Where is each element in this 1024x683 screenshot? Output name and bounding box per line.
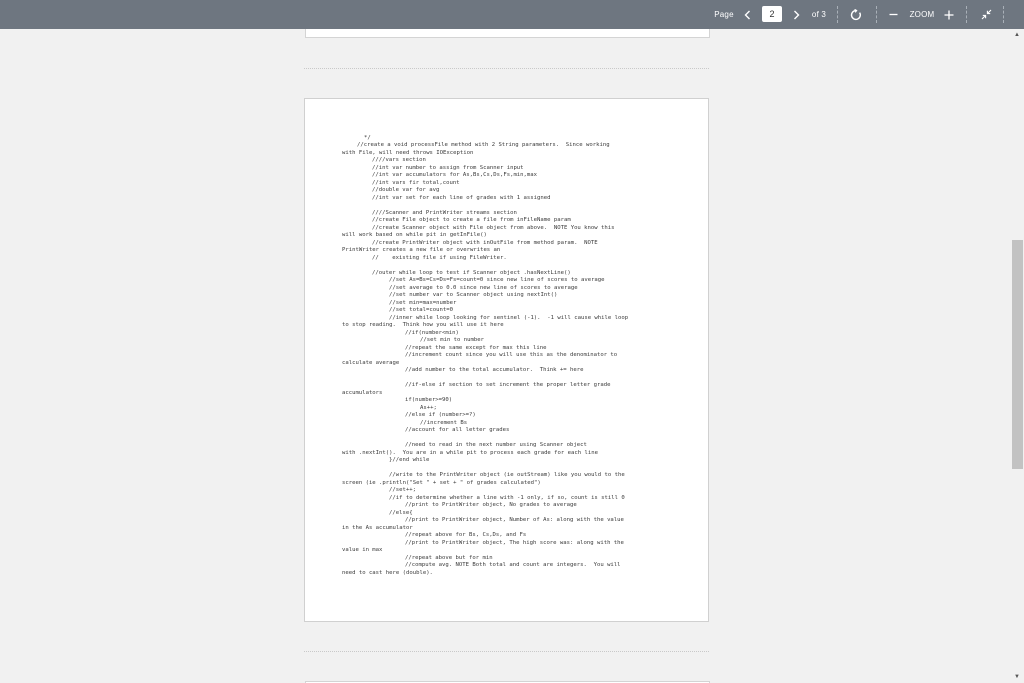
text-line: //write to the PrintWriter object (ie ou…	[389, 472, 625, 478]
collapse-button[interactable]	[979, 0, 993, 29]
text-line: //print to PrintWriter object, Number of…	[405, 517, 624, 523]
text-line: //if(number<min)	[405, 330, 459, 336]
page-label: Page	[714, 10, 734, 19]
text-line: //inner while loop looking for sentinel …	[389, 315, 629, 321]
plus-icon	[944, 10, 954, 19]
rotate-icon	[850, 8, 861, 20]
scroll-up-icon[interactable]: ▲	[1014, 32, 1020, 38]
viewer-toolbar: Page 2 of 3 ZOOM	[0, 0, 1024, 29]
document-viewport[interactable]: */ //create a void processFile method wi…	[0, 29, 1011, 683]
scroll-down-icon[interactable]: ▼	[1014, 674, 1020, 680]
text-line: // existing file if using FileWriter.	[372, 255, 507, 261]
scrollbar-thumb[interactable]	[1012, 240, 1023, 469]
text-line: ////Scanner and PrintWriter streams sect…	[372, 210, 517, 216]
text-line: if(number>=90)	[405, 397, 453, 403]
text-line: //repeat above but for min	[405, 555, 493, 561]
previous-page-button[interactable]	[741, 0, 753, 29]
text-line: //double var for avg	[372, 187, 440, 193]
text-line: accumulators	[342, 390, 383, 396]
text-line: //set++;	[389, 487, 416, 493]
text-line: //create File object to create a file fr…	[372, 217, 571, 223]
text-line: //if-else if section to set increment th…	[405, 382, 611, 388]
text-line: will work based on while pit in getInFil…	[342, 232, 487, 238]
vertical-scrollbar[interactable]: ▲ ▼	[1011, 29, 1024, 683]
text-line: //create PrintWriter object with inOutFi…	[372, 240, 598, 246]
collapse-icon	[981, 9, 991, 20]
text-line: //set average to 0.0 since new line of s…	[389, 285, 578, 291]
text-line: //increment count since you will use thi…	[405, 352, 618, 358]
text-line: calculate average	[342, 360, 400, 366]
text-line: //int vars fir total,count	[372, 180, 460, 186]
minus-icon	[889, 13, 897, 16]
previous-page-bottom	[305, 29, 710, 38]
page-count: of 3	[811, 10, 827, 19]
text-line: //set number var to Scanner object using…	[389, 292, 558, 298]
toolbar-divider	[966, 6, 967, 23]
page-separator	[304, 68, 709, 69]
text-line: PrintWriter creates a new file or overwr…	[342, 247, 501, 253]
text-line: //compute avg. NOTE Both total and count…	[405, 562, 621, 568]
text-line: value in max	[342, 547, 383, 553]
text-line: need to cast here (double).	[342, 570, 433, 576]
next-page-button[interactable]	[790, 0, 802, 29]
text-line: //repeat the same except for max this li…	[405, 345, 547, 351]
text-line: //set min to number	[420, 337, 484, 343]
text-line: in the As accumulator	[342, 525, 413, 531]
toolbar-divider	[1003, 6, 1004, 23]
text-line: screen (ie .println("Set " + set + " of …	[342, 480, 541, 486]
text-line: to stop reading. Think how you will use …	[342, 322, 504, 328]
document-page: */ //create a void processFile method wi…	[304, 98, 709, 622]
text-line: //int var number to assign from Scanner …	[372, 165, 524, 171]
text-line: //increment Bs	[420, 420, 468, 426]
text-line: //add number to the total accumulator. T…	[405, 367, 584, 373]
text-line: //int var set for each line of grades wi…	[372, 195, 551, 201]
text-line: //need to read in the next number using …	[405, 442, 587, 448]
rotate-button[interactable]	[848, 0, 864, 29]
page-separator	[304, 651, 709, 652]
zoom-in-button[interactable]	[943, 0, 955, 29]
text-line: //print to PrintWriter object, The high …	[405, 540, 624, 546]
text-line: with .nextInt(). You are in a while pit …	[342, 450, 598, 456]
text-line: //set total=count=0	[389, 307, 453, 313]
zoom-out-button[interactable]	[887, 0, 899, 29]
text-line: //set As=Bs=Cs=Ds=Fs=count=0 since new l…	[389, 277, 605, 283]
text-line: }//end while	[389, 457, 430, 463]
text-line: //int var accumulators for As,Bs,Cs,Ds,F…	[372, 172, 538, 178]
zoom-label: ZOOM	[909, 10, 935, 19]
toolbar-divider	[876, 6, 877, 23]
text-line: //if to determine whether a line with -1…	[389, 495, 625, 501]
text-line: //set min=max=number	[389, 300, 457, 306]
text-line: //else if (number>=?)	[405, 412, 476, 418]
toolbar-divider	[837, 6, 838, 23]
page-number-input[interactable]: 2	[762, 6, 782, 22]
text-line: //account for all letter grades	[405, 427, 510, 433]
text-line: ////vars section	[372, 157, 426, 163]
chevron-right-icon	[793, 10, 799, 19]
text-line: //create a void processFile method with …	[357, 142, 610, 148]
text-line: */	[364, 135, 371, 141]
text-line: //else{	[389, 510, 413, 516]
chevron-left-icon	[744, 10, 750, 19]
text-line: with File, will need throws IOException	[342, 150, 474, 156]
text-line: //outer while loop to test if Scanner ob…	[372, 270, 571, 276]
text-line: //repeat above for Bs, Cs,Ds, and Fs	[405, 532, 527, 538]
text-line: As++;	[420, 405, 437, 411]
text-line: //print to PrintWriter object, No grades…	[405, 502, 577, 508]
text-line: //create Scanner object with File object…	[372, 225, 615, 231]
